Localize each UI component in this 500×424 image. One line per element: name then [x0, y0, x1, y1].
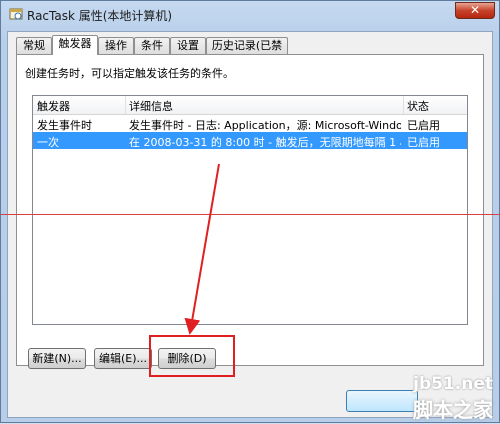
watermark: jb51.net 脚本之家: [367, 374, 497, 422]
watermark-url: jb51.net: [413, 374, 493, 394]
tab-triggers[interactable]: 触发器: [52, 35, 98, 55]
annotation-arrow-icon: [184, 163, 220, 335]
properties-window: RacTask 属性(本地计算机) ✕ 常规 触发器 操作 条件 设置 历史记录…: [0, 0, 500, 423]
watermark-text: 脚本之家: [413, 398, 493, 422]
